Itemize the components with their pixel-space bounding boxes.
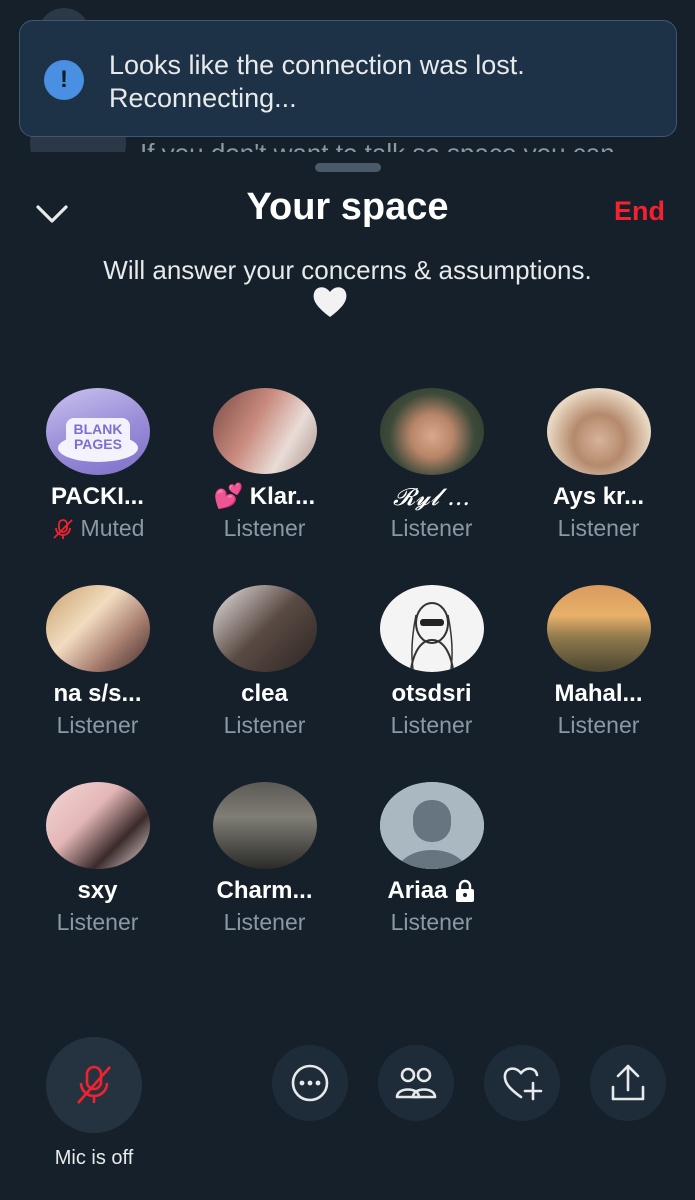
participant[interactable]: Charm... Listener: [181, 782, 348, 936]
participant-role: Listener: [223, 515, 306, 541]
heart-add-icon: [503, 1067, 543, 1101]
lock-icon: [455, 879, 474, 902]
participants-button[interactable]: [378, 1045, 454, 1121]
toast-line-2: Reconnecting...: [109, 83, 297, 113]
participant[interactable]: Ariaa Listener: [348, 782, 515, 936]
participant[interactable]: na s/s... Listener: [14, 585, 181, 739]
participant[interactable]: BLANK PAGES PACKI... Muted: [14, 388, 181, 542]
sketch-avatar-drawing: [409, 602, 454, 672]
toast-line-1: Looks like the connection was lost.: [109, 50, 525, 80]
participant-role: Listener: [557, 712, 640, 738]
mic-toggle-button[interactable]: [46, 1037, 142, 1133]
sheet-grabber[interactable]: [315, 163, 381, 172]
participant[interactable]: 𝓡𝔂𝓵 ... Listener: [348, 388, 515, 542]
page-title: Your space: [246, 186, 449, 228]
participant-role: Listener: [223, 909, 306, 935]
people-icon: [395, 1067, 437, 1099]
participant-name: na s/s...: [53, 680, 142, 707]
react-button[interactable]: [484, 1045, 560, 1121]
participant-role: Listener: [56, 909, 139, 935]
participant-name: otsdsri: [391, 680, 472, 707]
participant-name: PACKI...: [51, 483, 144, 510]
end-button[interactable]: End: [614, 196, 665, 227]
svg-text:BLANK: BLANK: [73, 421, 122, 437]
default-avatar-icon: [379, 782, 484, 869]
participants-grid: BLANK PAGES PACKI... Muted 💕 Klar... Lis…: [14, 388, 682, 936]
role-label: Muted: [80, 515, 145, 541]
participant-role: Listener: [223, 712, 306, 738]
participant-role: Listener: [557, 515, 640, 541]
participant-role: Listener: [390, 515, 473, 541]
participant-name: 💕 Klar...: [214, 482, 315, 511]
participant-role: Muted: [51, 515, 145, 542]
white-heart-icon: [313, 287, 347, 317]
hearts-emoji: 💕: [213, 483, 244, 510]
participant-role: Listener: [390, 712, 473, 738]
toast-message: Looks like the connection was lost. Reco…: [109, 49, 649, 115]
participant[interactable]: clea Listener: [181, 585, 348, 739]
mic-muted-icon: [52, 518, 73, 539]
share-button[interactable]: [590, 1045, 666, 1121]
participant-name: Charm...: [216, 877, 313, 904]
avatar: [379, 782, 484, 869]
mic-status-label: Mic is off: [54, 1147, 134, 1169]
mic-off-icon: [77, 1065, 111, 1104]
participant[interactable]: otsdsri Listener: [348, 585, 515, 739]
participant-name-text: Ariaa: [387, 877, 448, 904]
avatar: [546, 585, 651, 672]
avatar: [212, 782, 317, 869]
participant[interactable]: Ays kr... Listener: [515, 388, 682, 542]
participant-name: Mahal...: [554, 680, 643, 707]
participant-name: Ays kr...: [552, 483, 645, 510]
participant-name-text: Klar...: [249, 482, 316, 510]
avatar: BLANK PAGES: [45, 388, 150, 475]
avatar: [379, 388, 484, 475]
avatar: [45, 585, 150, 672]
participant[interactable]: sxy Listener: [14, 782, 181, 936]
participant-name: sxy: [77, 877, 118, 904]
avatar: [379, 585, 484, 672]
participant-name: clea: [241, 680, 288, 707]
participant-role: Listener: [390, 909, 473, 935]
more-icon: [291, 1064, 329, 1102]
connection-lost-toast: ! Looks like the connection was lost. Re…: [19, 20, 677, 137]
blank-pages-logo: BLANK PAGES: [57, 418, 138, 462]
svg-text:PAGES: PAGES: [74, 436, 122, 452]
avatar: [212, 388, 317, 474]
participant[interactable]: 💕 Klar... Listener: [181, 388, 348, 542]
more-button[interactable]: [272, 1045, 348, 1121]
avatar: [45, 782, 150, 869]
space-sheet: Your space End Will answer your concerns…: [0, 152, 695, 1200]
participant[interactable]: Mahal... Listener: [515, 585, 682, 739]
participant-role: Listener: [56, 712, 139, 738]
avatar: [212, 585, 317, 672]
alert-icon: !: [44, 60, 84, 100]
avatar: [546, 388, 651, 475]
participant-name: Ariaa: [387, 877, 475, 905]
share-icon: [611, 1064, 645, 1101]
participant-name: 𝓡𝔂𝓵 ...: [392, 483, 471, 511]
